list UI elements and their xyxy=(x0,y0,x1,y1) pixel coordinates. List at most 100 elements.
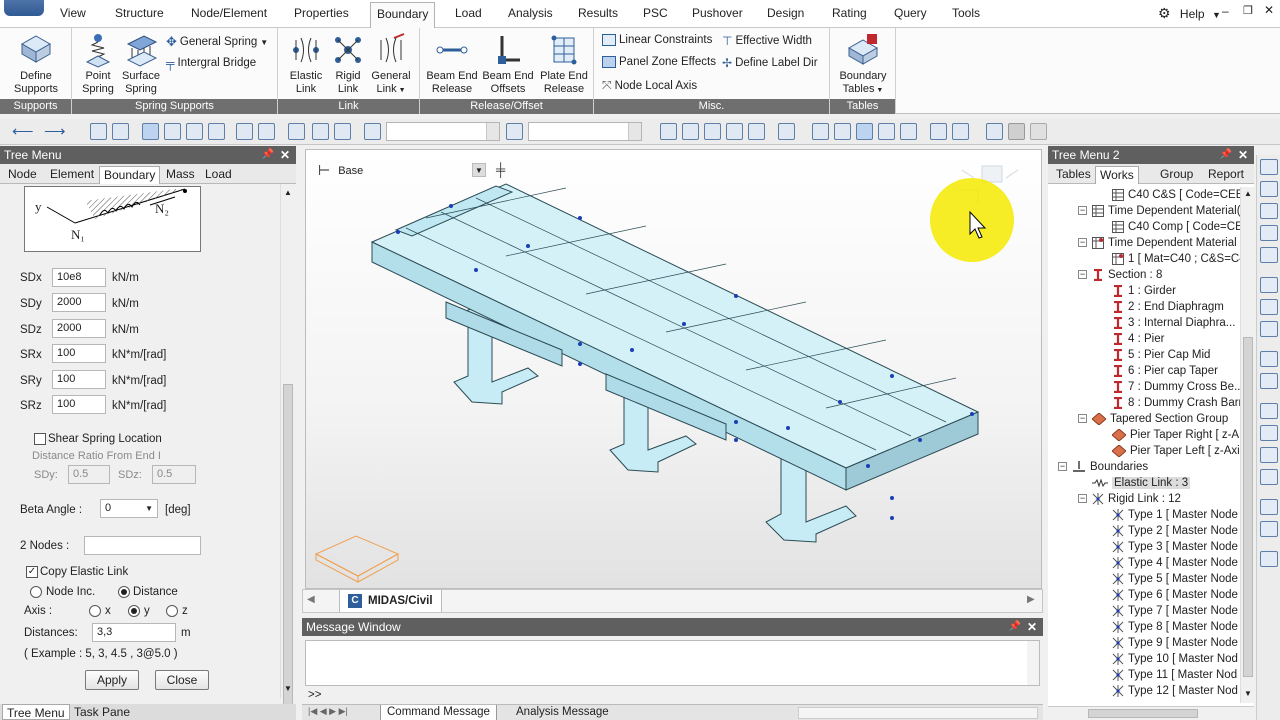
message-hscrollbar[interactable] xyxy=(798,707,1038,719)
menu-tools[interactable]: Tools xyxy=(952,6,980,20)
close-button[interactable]: Close xyxy=(155,670,209,690)
redo-icon[interactable]: ⟶ xyxy=(44,122,66,140)
tree-row[interactable]: Type 4 [ Master Node xyxy=(1048,555,1238,571)
tool-button-20[interactable] xyxy=(812,123,829,140)
tab-works[interactable]: Works xyxy=(1095,166,1139,184)
pan-icon[interactable] xyxy=(1260,299,1278,315)
rigid-link-button[interactable]: Rigid Link xyxy=(328,32,368,96)
toolbar-combo-1[interactable] xyxy=(386,122,500,141)
distances-input[interactable]: 3,3 xyxy=(92,623,176,642)
tab-midas-civil[interactable]: C MIDAS/Civil xyxy=(339,590,442,612)
tree-row[interactable]: 1 : Girder xyxy=(1048,283,1176,299)
zoom-in-icon[interactable] xyxy=(1260,203,1278,219)
app-logo-icon[interactable] xyxy=(4,0,44,16)
lock-icon[interactable] xyxy=(1008,123,1025,140)
chevron-down-icon[interactable] xyxy=(628,123,641,140)
two-nodes-input[interactable] xyxy=(84,536,201,555)
point-spring-button[interactable]: Point Spring xyxy=(78,32,118,96)
view-tool-14[interactable] xyxy=(1260,469,1278,485)
tab-task-pane[interactable]: Task Pane xyxy=(74,705,130,719)
node-local-axis-button[interactable]: ⤧ Node Local Axis xyxy=(602,78,697,93)
tab-scroll-right-icon[interactable]: ▶ xyxy=(1027,594,1035,605)
tree-row[interactable]: 3 : Internal Diaphra... xyxy=(1048,315,1235,331)
pin-icon[interactable]: 📌 xyxy=(1220,146,1232,164)
node-inc-radio[interactable] xyxy=(30,586,42,598)
tool-button-27[interactable] xyxy=(986,123,1003,140)
tree-row[interactable]: Elastic Link : 3 xyxy=(1048,475,1191,491)
help-menu[interactable]: Help xyxy=(1180,7,1205,21)
close-icon[interactable]: ✕ xyxy=(1027,618,1037,636)
tab-load[interactable]: Load xyxy=(201,166,236,184)
zoom-fit-icon[interactable] xyxy=(1260,247,1278,263)
tree-row[interactable]: Pier Taper Right [ z-A xyxy=(1048,427,1239,443)
apply-button[interactable]: Apply xyxy=(85,670,139,690)
axis-x-radio[interactable] xyxy=(89,605,101,617)
effective-width-button[interactable]: ⊤ Effective Width xyxy=(722,34,812,48)
tree-menu-scroll-thumb[interactable] xyxy=(283,384,293,706)
tree-menu-2-scrollbar[interactable]: ▲ ▼ xyxy=(1240,187,1254,703)
tree-row[interactable]: Type 11 [ Master Nod xyxy=(1048,667,1237,683)
scroll-up-icon[interactable]: ▲ xyxy=(1244,189,1252,198)
zoom-out-icon[interactable] xyxy=(1260,225,1278,241)
menu-properties[interactable]: Properties xyxy=(294,6,349,20)
tree-row[interactable]: Type 6 [ Master Node xyxy=(1048,587,1238,603)
tree-row[interactable]: − Time Dependent Material xyxy=(1048,235,1237,251)
tree-row[interactable]: Type 3 [ Master Node xyxy=(1048,539,1238,555)
tree-row[interactable]: 1 [ Mat=C40 ; C&S=C4 xyxy=(1048,251,1240,267)
close-icon[interactable]: ✕ xyxy=(1264,3,1274,17)
tool-button-4[interactable] xyxy=(164,123,181,140)
shear-spring-location-checkbox[interactable] xyxy=(34,433,46,445)
tree-row[interactable]: − Section : 8 xyxy=(1048,267,1162,283)
linear-constraints-button[interactable]: Linear Constraints xyxy=(602,34,712,46)
view-tool-10[interactable] xyxy=(1260,373,1278,389)
rotate-icon[interactable] xyxy=(1260,321,1278,337)
menu-node-element[interactable]: Node/Element xyxy=(191,6,267,20)
tree-menu-2-scroll-thumb[interactable] xyxy=(1243,337,1253,677)
tool-button-25[interactable] xyxy=(930,123,947,140)
tool-button-11[interactable] xyxy=(334,123,351,140)
pin-icon[interactable]: 📌 xyxy=(1009,618,1021,636)
tool-button-8[interactable] xyxy=(258,123,275,140)
tree-expander-icon[interactable]: − xyxy=(1078,494,1087,503)
close-icon[interactable]: ✕ xyxy=(280,146,290,164)
tool-button-17[interactable] xyxy=(726,123,743,140)
tab-analysis-message[interactable]: Analysis Message xyxy=(516,706,609,718)
tree-expander-icon[interactable]: − xyxy=(1078,270,1087,279)
tool-button-7[interactable] xyxy=(236,123,253,140)
message-scrollbar[interactable] xyxy=(1027,641,1039,685)
tool-button-9[interactable] xyxy=(288,123,305,140)
menu-design[interactable]: Design xyxy=(767,6,804,20)
sdy-ratio-input[interactable]: 0.5 xyxy=(68,465,110,484)
tree-row[interactable]: C40 Comp [ Code=CE xyxy=(1048,219,1240,235)
tab-command-message[interactable]: Command Message xyxy=(380,705,497,720)
tool-button-10[interactable] xyxy=(312,123,329,140)
sry-input[interactable]: 100 xyxy=(52,370,106,389)
tree-row[interactable]: Type 5 [ Master Node xyxy=(1048,571,1238,587)
tree-row[interactable]: Type 7 [ Master Node xyxy=(1048,603,1238,619)
plate-end-release-button[interactable]: Plate End Release xyxy=(536,32,592,96)
tree-row[interactable]: Type 10 [ Master Nod xyxy=(1048,651,1238,667)
view-tool-2[interactable] xyxy=(1260,181,1278,197)
tab-scroll-left-icon[interactable]: ◀ xyxy=(307,594,315,605)
toolbar-combo-2[interactable] xyxy=(528,122,642,141)
menu-analysis[interactable]: Analysis xyxy=(508,6,553,20)
tree-row[interactable]: 7 : Dummy Cross Be... xyxy=(1048,379,1240,395)
tree-row[interactable]: 6 : Pier cap Taper xyxy=(1048,363,1218,379)
menu-boundary[interactable]: Boundary xyxy=(370,2,436,28)
minimize-icon[interactable]: – xyxy=(1222,4,1229,18)
tab-group[interactable]: Group xyxy=(1156,166,1197,184)
srx-input[interactable]: 100 xyxy=(52,344,106,363)
menu-load[interactable]: Load xyxy=(455,6,482,20)
tool-button-14[interactable] xyxy=(660,123,677,140)
sdy-input[interactable]: 2000 xyxy=(52,293,106,312)
tab-tables[interactable]: Tables xyxy=(1052,166,1095,184)
undo-icon[interactable]: ⟵ xyxy=(12,122,34,140)
tree-expander-icon[interactable]: − xyxy=(1078,206,1087,215)
panel-zone-effects-button[interactable]: Panel Zone Effects xyxy=(602,56,716,68)
tool-button-15[interactable] xyxy=(682,123,699,140)
tree-row[interactable]: Type 8 [ Master Node xyxy=(1048,619,1238,635)
scroll-down-icon[interactable]: ▼ xyxy=(284,684,292,693)
menu-view[interactable]: View xyxy=(60,6,86,20)
copy-elastic-link-checkbox[interactable]: ✓ xyxy=(26,566,38,578)
chevron-down-icon[interactable]: ▼ xyxy=(145,500,153,517)
